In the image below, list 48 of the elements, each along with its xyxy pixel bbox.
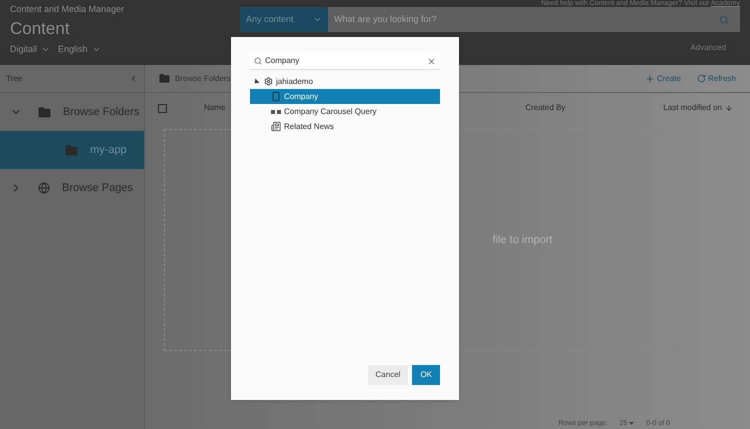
cancel-button[interactable]: Cancel — [368, 365, 408, 385]
tree-item[interactable]: Company — [250, 89, 440, 104]
newspaper-icon — [271, 121, 281, 132]
scope-dropdown[interactable]: Any content — [240, 7, 328, 32]
site-dropdown[interactable]: Digitall — [10, 42, 50, 56]
collapse-icon[interactable] — [129, 74, 138, 83]
select-all-checkbox[interactable] — [158, 104, 167, 112]
panel-title: Tree — [6, 72, 22, 84]
tree-item-label: Browse Pages — [62, 180, 133, 196]
folder-icon — [159, 73, 170, 84]
clear-icon[interactable] — [427, 56, 436, 66]
tree-item[interactable]: Browse Pages — [0, 169, 144, 207]
tree-item[interactable]: Company Carousel Query — [250, 104, 440, 119]
globe-icon — [38, 182, 50, 194]
tree-item-label: my-app — [90, 142, 127, 158]
language-dropdown[interactable]: English — [58, 42, 101, 56]
column-header[interactable]: Name — [204, 102, 226, 114]
filter-input[interactable]: Company — [265, 55, 424, 67]
refresh-button[interactable]: Refresh — [696, 72, 736, 84]
page-title: Content — [10, 18, 71, 40]
create-button[interactable]: Create — [644, 72, 681, 84]
caret-icon — [629, 422, 634, 426]
refresh-icon — [696, 74, 706, 83]
advanced-link[interactable]: Advanced — [690, 42, 726, 54]
column-header[interactable]: Created By — [525, 102, 566, 114]
folder-icon — [38, 106, 51, 118]
ok-button[interactable]: OK — [412, 365, 440, 385]
sort-arrow-icon — [725, 104, 733, 112]
device-icon — [271, 91, 281, 102]
tree-item[interactable]: my-app — [0, 131, 144, 169]
caret-icon — [313, 15, 322, 24]
tree-item-label: Company — [284, 90, 318, 102]
dashes-icon — [271, 110, 281, 114]
expand-toggle-icon[interactable] — [252, 78, 260, 86]
tree-item[interactable]: Browse Folders — [0, 93, 144, 131]
app-subtitle: Content and Media Manager — [10, 3, 124, 16]
search-icon — [254, 57, 262, 65]
tree-root-label: jahiademo — [276, 76, 313, 88]
filter-field[interactable]: Company — [250, 53, 440, 70]
search-field[interactable]: What are you looking for? — [328, 7, 740, 32]
breadcrumb: Browse Folders — [175, 72, 231, 84]
plus-icon — [644, 74, 655, 84]
column-header[interactable]: Last modified on — [663, 102, 733, 114]
search-icon[interactable] — [719, 14, 729, 24]
search-input[interactable]: What are you looking for? — [334, 12, 719, 26]
tree-item-label: Company Carousel Query — [284, 106, 376, 118]
folder-icon — [65, 144, 78, 156]
tree-item-label: Browse Folders — [63, 104, 140, 120]
